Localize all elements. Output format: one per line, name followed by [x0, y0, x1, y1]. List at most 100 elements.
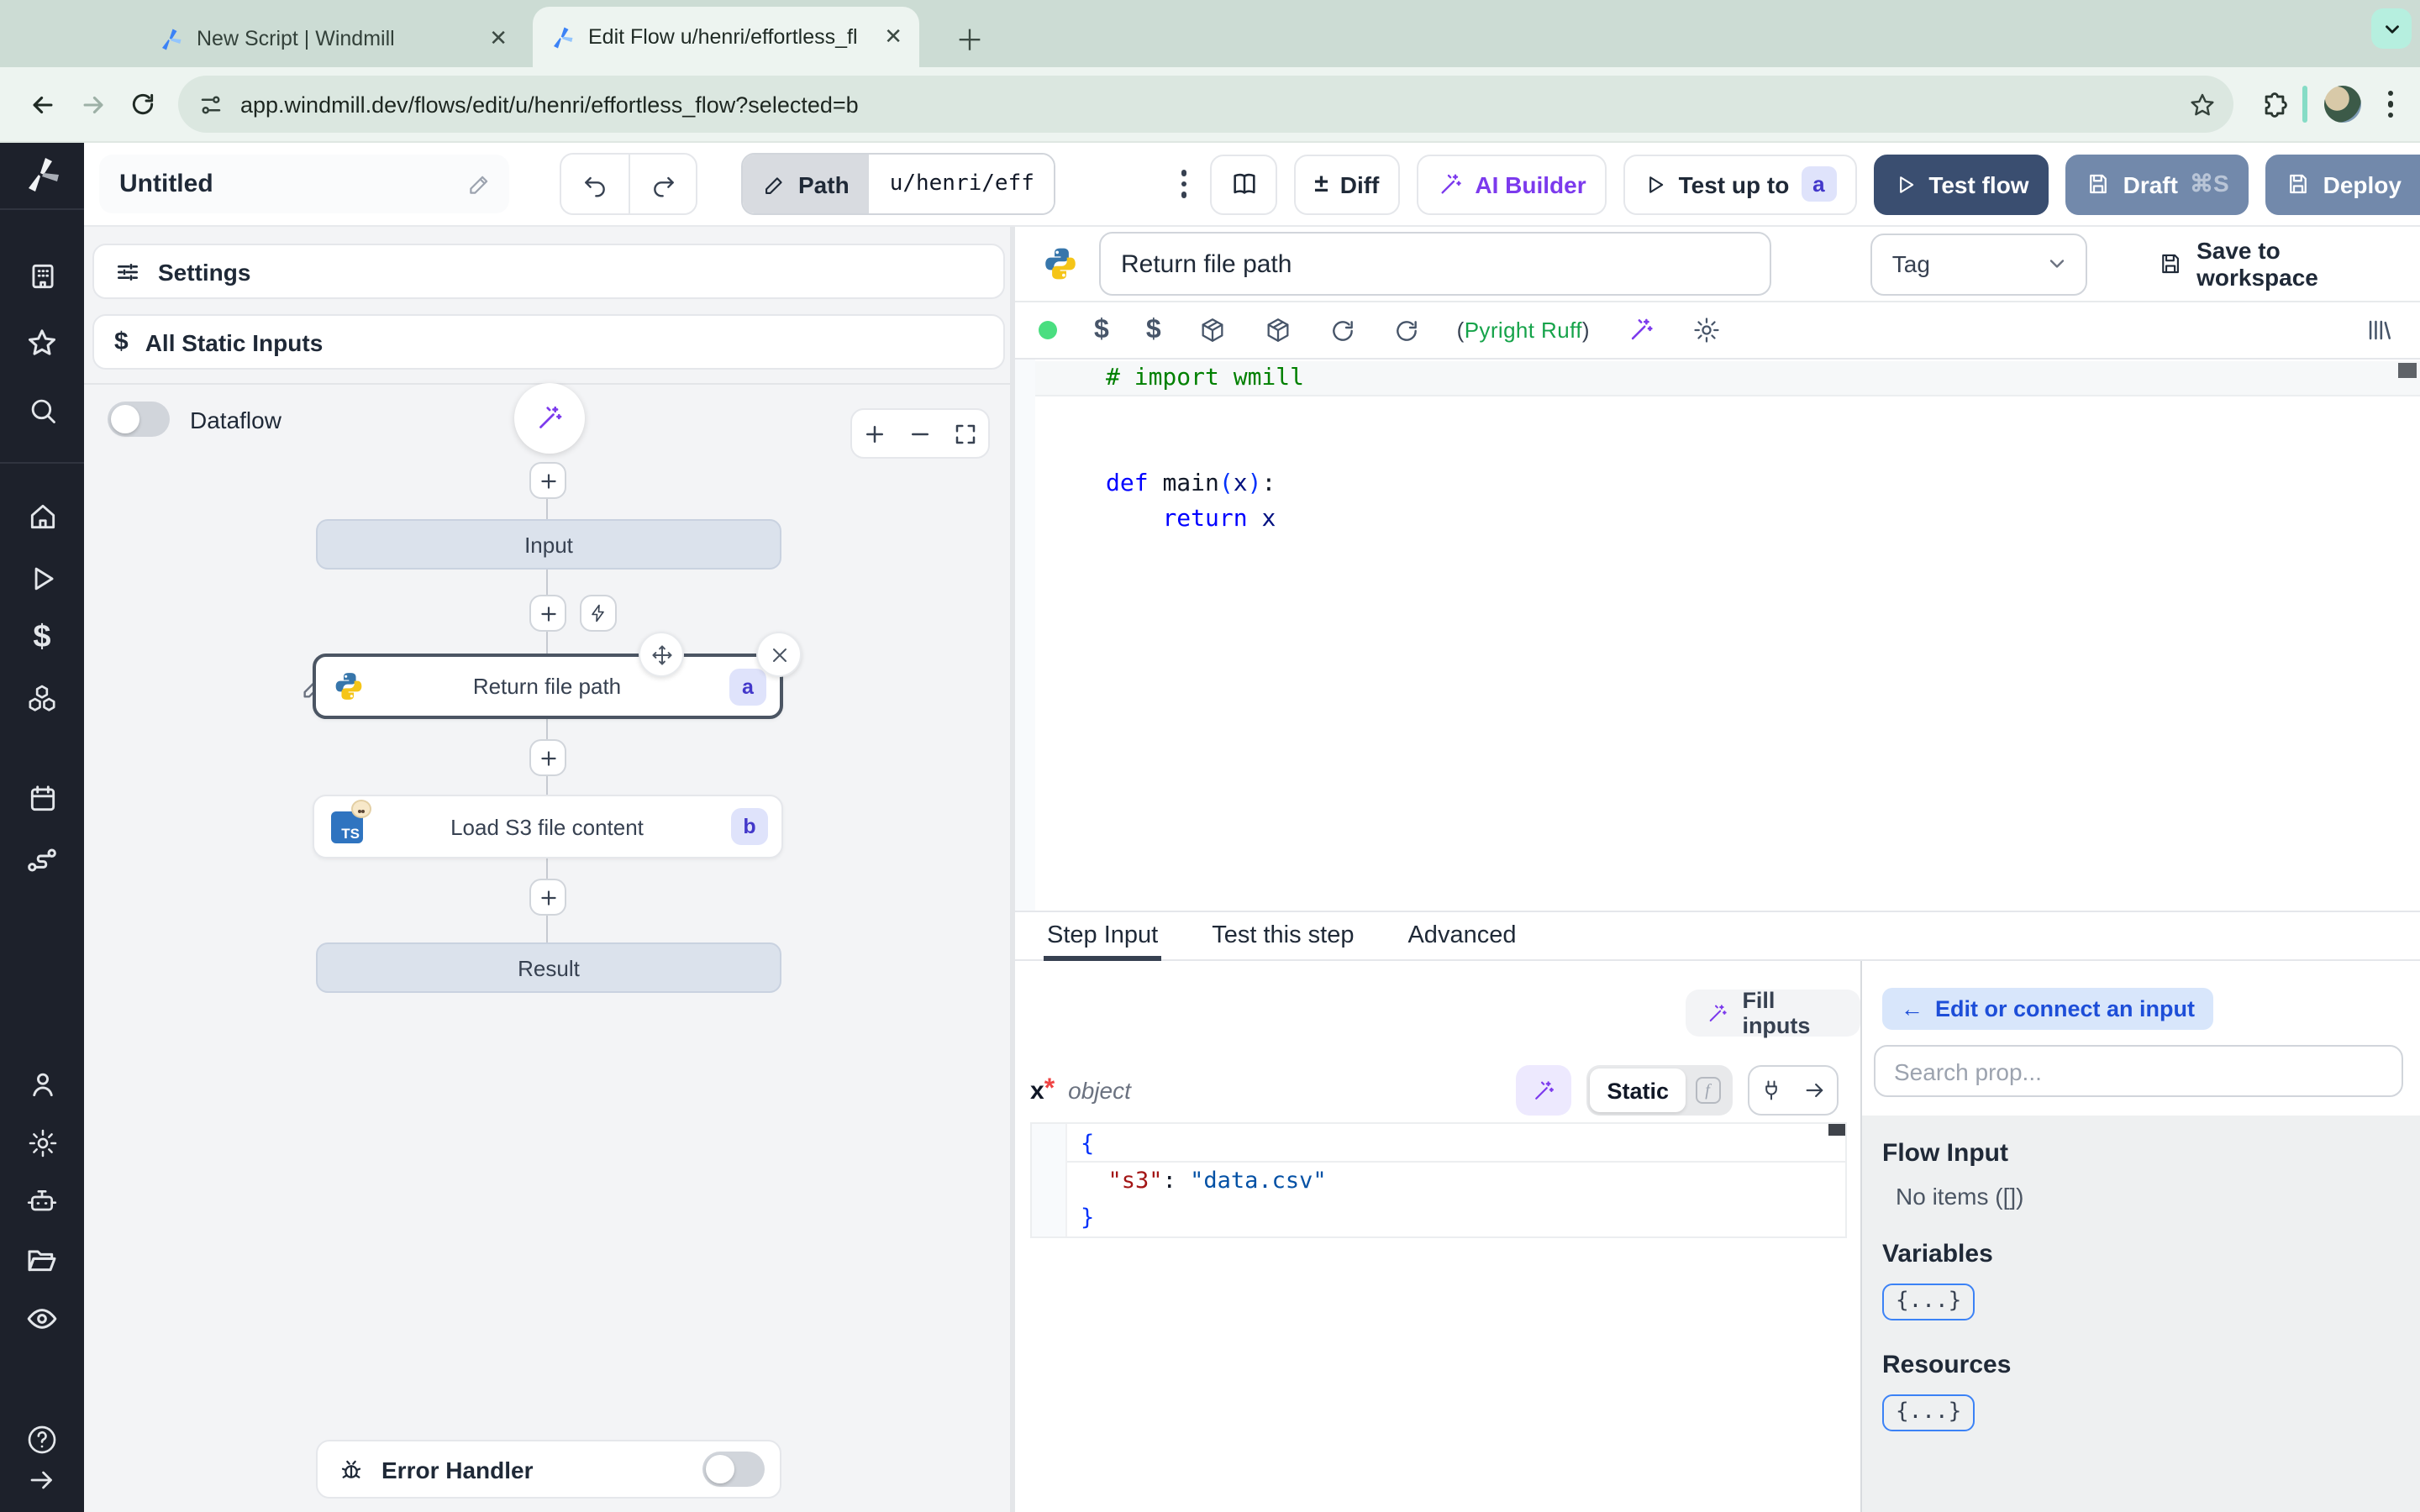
fit-view-button[interactable]	[943, 410, 988, 457]
sidebar-item-variables[interactable]: $	[24, 620, 60, 657]
path-group[interactable]: Path u/henri/eff	[741, 153, 1056, 215]
bookmark-star-icon[interactable]	[2187, 90, 2216, 118]
code-lines[interactable]: # import wmill def main(x): return x	[1035, 360, 2420, 911]
step-node-a[interactable]: Return file path a	[313, 654, 783, 719]
ai-assist-button[interactable]	[1627, 316, 1655, 344]
sidebar-item-folders[interactable]	[24, 1242, 60, 1278]
test-flow-button[interactable]: Test flow	[1873, 154, 2049, 214]
sidebar-item-schedules[interactable]	[24, 780, 60, 816]
draft-button[interactable]: Draft ⌘S	[2065, 154, 2249, 214]
save-to-workspace-button[interactable]: Save to workspace	[2158, 237, 2396, 291]
tab-close-icon[interactable]: ✕	[489, 25, 508, 52]
sidebar-collapse-button[interactable]	[24, 1462, 60, 1499]
all-static-inputs-row[interactable]: $ All Static Inputs	[92, 314, 1005, 370]
tab-close-icon[interactable]: ✕	[884, 24, 902, 50]
browser-tab-edit-flow[interactable]: Edit Flow u/henri/effortless_fl ✕	[533, 7, 919, 67]
variables-object-chip[interactable]: {...}	[1882, 1284, 1975, 1320]
error-handler-toggle[interactable]	[702, 1452, 765, 1487]
step-node-b[interactable]: TS Load S3 file content b	[313, 795, 783, 858]
json-scrollbar-thumb[interactable]	[1828, 1124, 1845, 1136]
ai-flow-button[interactable]	[514, 383, 585, 454]
path-value[interactable]: u/henri/eff	[869, 155, 1055, 213]
resources-object-chip[interactable]: {...}	[1882, 1394, 1975, 1431]
reset-button[interactable]	[1393, 317, 1420, 344]
search-prop-input[interactable]	[1874, 1045, 2403, 1097]
sidebar-item-workers[interactable]	[24, 1183, 60, 1220]
sidebar-item-audit[interactable]	[24, 1300, 60, 1337]
connect-arrow-button[interactable]	[1793, 1079, 1837, 1102]
expr-mode-button[interactable]: f	[1686, 1068, 1729, 1112]
url-text[interactable]: app.windmill.dev/flows/edit/u/henri/effo…	[240, 92, 2187, 117]
tag-select[interactable]: Tag	[1870, 233, 2087, 295]
sidebar-item-users[interactable]	[24, 1065, 60, 1102]
new-tab-button[interactable]: ＋	[951, 18, 988, 56]
plug-button[interactable]	[1749, 1079, 1793, 1102]
tab-advanced[interactable]: Advanced	[1404, 912, 1519, 959]
diff-button[interactable]: ± Diff	[1294, 154, 1400, 214]
package-button-2[interactable]	[1264, 316, 1292, 344]
move-step-handle[interactable]	[639, 632, 684, 677]
reload-button[interactable]	[118, 79, 168, 129]
delete-step-button[interactable]	[756, 632, 802, 677]
test-up-to-button[interactable]: Test up to a	[1623, 154, 1857, 214]
edit-or-connect-button[interactable]: ← Edit or connect an input	[1882, 988, 2213, 1030]
sidebar-item-help[interactable]	[24, 1421, 60, 1458]
add-step-button-top[interactable]	[529, 462, 566, 499]
editor-settings-button[interactable]	[1692, 316, 1721, 344]
editor-scrollbar-thumb[interactable]	[2398, 363, 2417, 378]
ai-builder-button[interactable]: AI Builder	[1416, 154, 1607, 214]
test-flow-label: Test flow	[1928, 171, 2029, 197]
add-variable-button[interactable]: $	[1094, 315, 1109, 345]
python-icon	[1045, 248, 1076, 280]
site-settings-icon[interactable]	[198, 92, 224, 117]
static-mode-button[interactable]: Static	[1590, 1068, 1686, 1112]
error-handler-row[interactable]: Error Handler	[316, 1440, 781, 1499]
window-chevron-button[interactable]	[2371, 8, 2412, 49]
flow-name-input[interactable]: Untitled	[99, 155, 509, 213]
add-step-button-2[interactable]	[529, 739, 566, 776]
sidebar-item-favorites[interactable]	[24, 324, 60, 361]
back-button[interactable]	[17, 79, 67, 129]
tab-step-input[interactable]: Step Input	[1044, 912, 1162, 961]
sidebar-item-home[interactable]	[24, 497, 60, 534]
sidebar-item-settings[interactable]	[24, 1124, 60, 1161]
fill-inputs-button[interactable]: Fill inputs	[1686, 988, 1860, 1038]
package-button[interactable]	[1198, 316, 1227, 344]
json-lines[interactable]: { "s3": "data.csv"}	[1067, 1124, 1845, 1236]
deploy-button[interactable]: Deploy	[2265, 154, 2420, 214]
step-title-input[interactable]	[1099, 232, 1771, 296]
zoom-in-button[interactable]	[852, 410, 897, 457]
docs-button[interactable]	[1210, 154, 1278, 214]
add-step-button-3[interactable]	[529, 879, 566, 916]
sidebar-item-routes[interactable]	[24, 842, 60, 879]
reload-lsp-button[interactable]	[1329, 317, 1356, 344]
browser-tab-new-script[interactable]: New Script | Windmill ✕	[141, 10, 524, 67]
browser-menu-button[interactable]	[2387, 90, 2393, 118]
extensions-icon[interactable]	[2260, 90, 2288, 118]
flow-input-node[interactable]: Input	[316, 519, 781, 570]
zoom-out-button[interactable]	[897, 410, 943, 457]
add-resource-button[interactable]: $	[1146, 315, 1161, 345]
url-bar[interactable]: app.windmill.dev/flows/edit/u/henri/effo…	[178, 76, 2233, 133]
sidebar-item-search[interactable]	[24, 391, 60, 428]
library-button[interactable]	[2365, 316, 2393, 344]
add-step-button-1[interactable]	[529, 595, 566, 632]
dataflow-toggle[interactable]	[108, 402, 170, 437]
add-trigger-button[interactable]	[580, 595, 617, 632]
settings-row[interactable]: Settings	[92, 244, 1005, 299]
forward-button[interactable]	[67, 79, 118, 129]
flow-result-node[interactable]: Result	[316, 942, 781, 993]
undo-button[interactable]	[561, 155, 629, 213]
avatar[interactable]	[2323, 86, 2360, 123]
edit-pencil-icon[interactable]	[467, 171, 492, 197]
tab-test-this-step[interactable]: Test this step	[1208, 912, 1357, 959]
windmill-logo[interactable]	[22, 155, 62, 195]
sidebar-item-workspace[interactable]	[24, 257, 60, 294]
sidebar-item-runs[interactable]	[24, 559, 60, 596]
sidebar-item-resources[interactable]	[24, 680, 60, 717]
redo-button[interactable]	[629, 155, 696, 213]
more-options-button[interactable]	[1181, 170, 1187, 198]
arg-ai-button[interactable]	[1516, 1065, 1572, 1116]
arg-json-editor[interactable]: { "s3": "data.csv"}	[1030, 1122, 1847, 1238]
code-editor[interactable]: # import wmill def main(x): return x	[1015, 358, 2420, 911]
